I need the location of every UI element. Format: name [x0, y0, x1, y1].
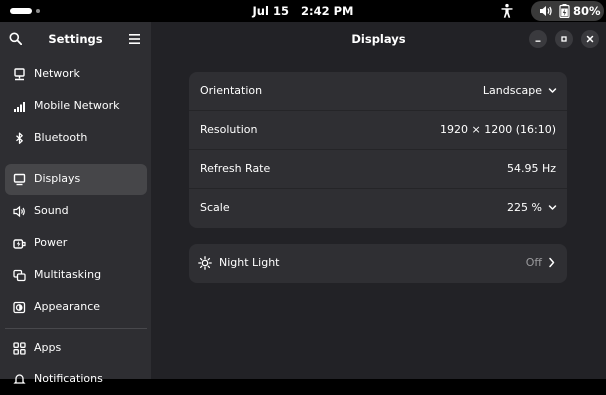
night-light-status: Off	[525, 256, 542, 269]
bluetooth-icon	[16, 132, 23, 144]
sidebar-item-label: Bluetooth	[34, 131, 88, 144]
sidebar-item-label: Appearance	[34, 300, 101, 313]
sidebar-item-network[interactable]: Network	[5, 59, 147, 90]
row-label: Resolution	[200, 123, 258, 136]
sidebar-item-apps[interactable]: Apps	[5, 333, 147, 364]
night-light-card: Night Light Off	[189, 244, 567, 283]
sidebar-item-sound[interactable]: Sound	[5, 196, 147, 227]
apps-grid-icon	[13, 342, 26, 355]
close-button[interactable]	[581, 30, 599, 48]
bell-icon	[13, 374, 26, 384]
sidebar-item-label: Multitasking	[34, 268, 102, 281]
chevron-down-icon	[548, 205, 557, 210]
battery-percentage: 80%	[573, 4, 601, 18]
clock[interactable]: Jul 15 2:42 PM	[0, 4, 606, 18]
sidebar-item-mobile-network[interactable]: Mobile Network	[5, 91, 147, 122]
displays-panel: Displays Orientation Landscape Resolutio…	[151, 22, 606, 379]
sidebar-item-label: Network	[34, 67, 80, 80]
multitasking-icon	[13, 269, 26, 282]
maximize-icon	[561, 36, 567, 42]
signal-bars-icon	[14, 102, 25, 112]
sun-icon	[198, 256, 212, 270]
sidebar-header: Settings	[0, 22, 151, 58]
top-bar: Jul 15 2:42 PM 80%	[0, 0, 606, 22]
sidebar-item-notifications[interactable]: Notifications	[5, 364, 147, 395]
sidebar: Settings Network Mobile Network Bluetoot…	[0, 22, 151, 385]
sidebar-item-displays[interactable]: Displays	[5, 164, 147, 195]
hamburger-menu-icon[interactable]	[128, 33, 141, 45]
minimize-icon	[535, 40, 541, 42]
display-icon	[13, 173, 26, 186]
sidebar-item-label: Power	[34, 236, 68, 249]
row-label: Orientation	[200, 84, 263, 97]
sidebar-item-multitasking[interactable]: Multitasking	[5, 260, 147, 291]
time-label: 2:42 PM	[300, 4, 354, 18]
chevron-right-icon	[549, 257, 555, 268]
night-light-label: Night Light	[219, 256, 280, 269]
refresh-rate-value: 54.95 Hz	[506, 162, 556, 175]
speaker-icon	[13, 205, 25, 218]
sidebar-item-bluetooth[interactable]: Bluetooth	[5, 123, 147, 154]
row-label: Refresh Rate	[200, 162, 271, 175]
sidebar-item-appearance[interactable]: Appearance	[5, 292, 147, 323]
accessibility-icon[interactable]	[499, 3, 515, 19]
system-status-menu[interactable]: 80%	[531, 1, 604, 21]
date-label: Jul 15	[252, 4, 289, 18]
resolution-row[interactable]: Resolution 1920 × 1200 (16:10)	[189, 111, 567, 150]
volume-icon	[540, 6, 552, 16]
night-light-row[interactable]: Night Light Off	[189, 244, 567, 283]
orientation-value: Landscape	[482, 84, 542, 97]
resolution-value: 1920 × 1200 (16:10)	[440, 123, 556, 136]
refresh-rate-row[interactable]: Refresh Rate 54.95 Hz	[189, 150, 567, 189]
settings-window: Settings Network Mobile Network Bluetoot…	[0, 22, 606, 385]
sidebar-item-label: Mobile Network	[34, 99, 120, 112]
sidebar-item-power[interactable]: Power	[5, 228, 147, 259]
scale-row[interactable]: Scale 225 %	[189, 189, 567, 228]
sidebar-item-label: Displays	[34, 172, 81, 185]
power-icon	[13, 239, 26, 249]
chevron-down-icon	[548, 88, 557, 93]
network-icon	[14, 68, 25, 81]
minimize-button[interactable]	[529, 30, 547, 48]
maximize-button[interactable]	[555, 30, 573, 48]
sidebar-item-label: Apps	[34, 341, 62, 354]
close-icon	[586, 35, 594, 43]
sidebar-divider	[5, 328, 147, 329]
row-label: Scale	[200, 201, 230, 214]
scale-value: 225 %	[507, 201, 542, 214]
battery-charging-icon	[559, 4, 570, 18]
display-settings-card: Orientation Landscape Resolution 1920 × …	[189, 72, 567, 228]
sidebar-item-label: Sound	[34, 204, 69, 217]
appearance-icon	[13, 301, 26, 314]
orientation-row[interactable]: Orientation Landscape	[189, 72, 567, 111]
